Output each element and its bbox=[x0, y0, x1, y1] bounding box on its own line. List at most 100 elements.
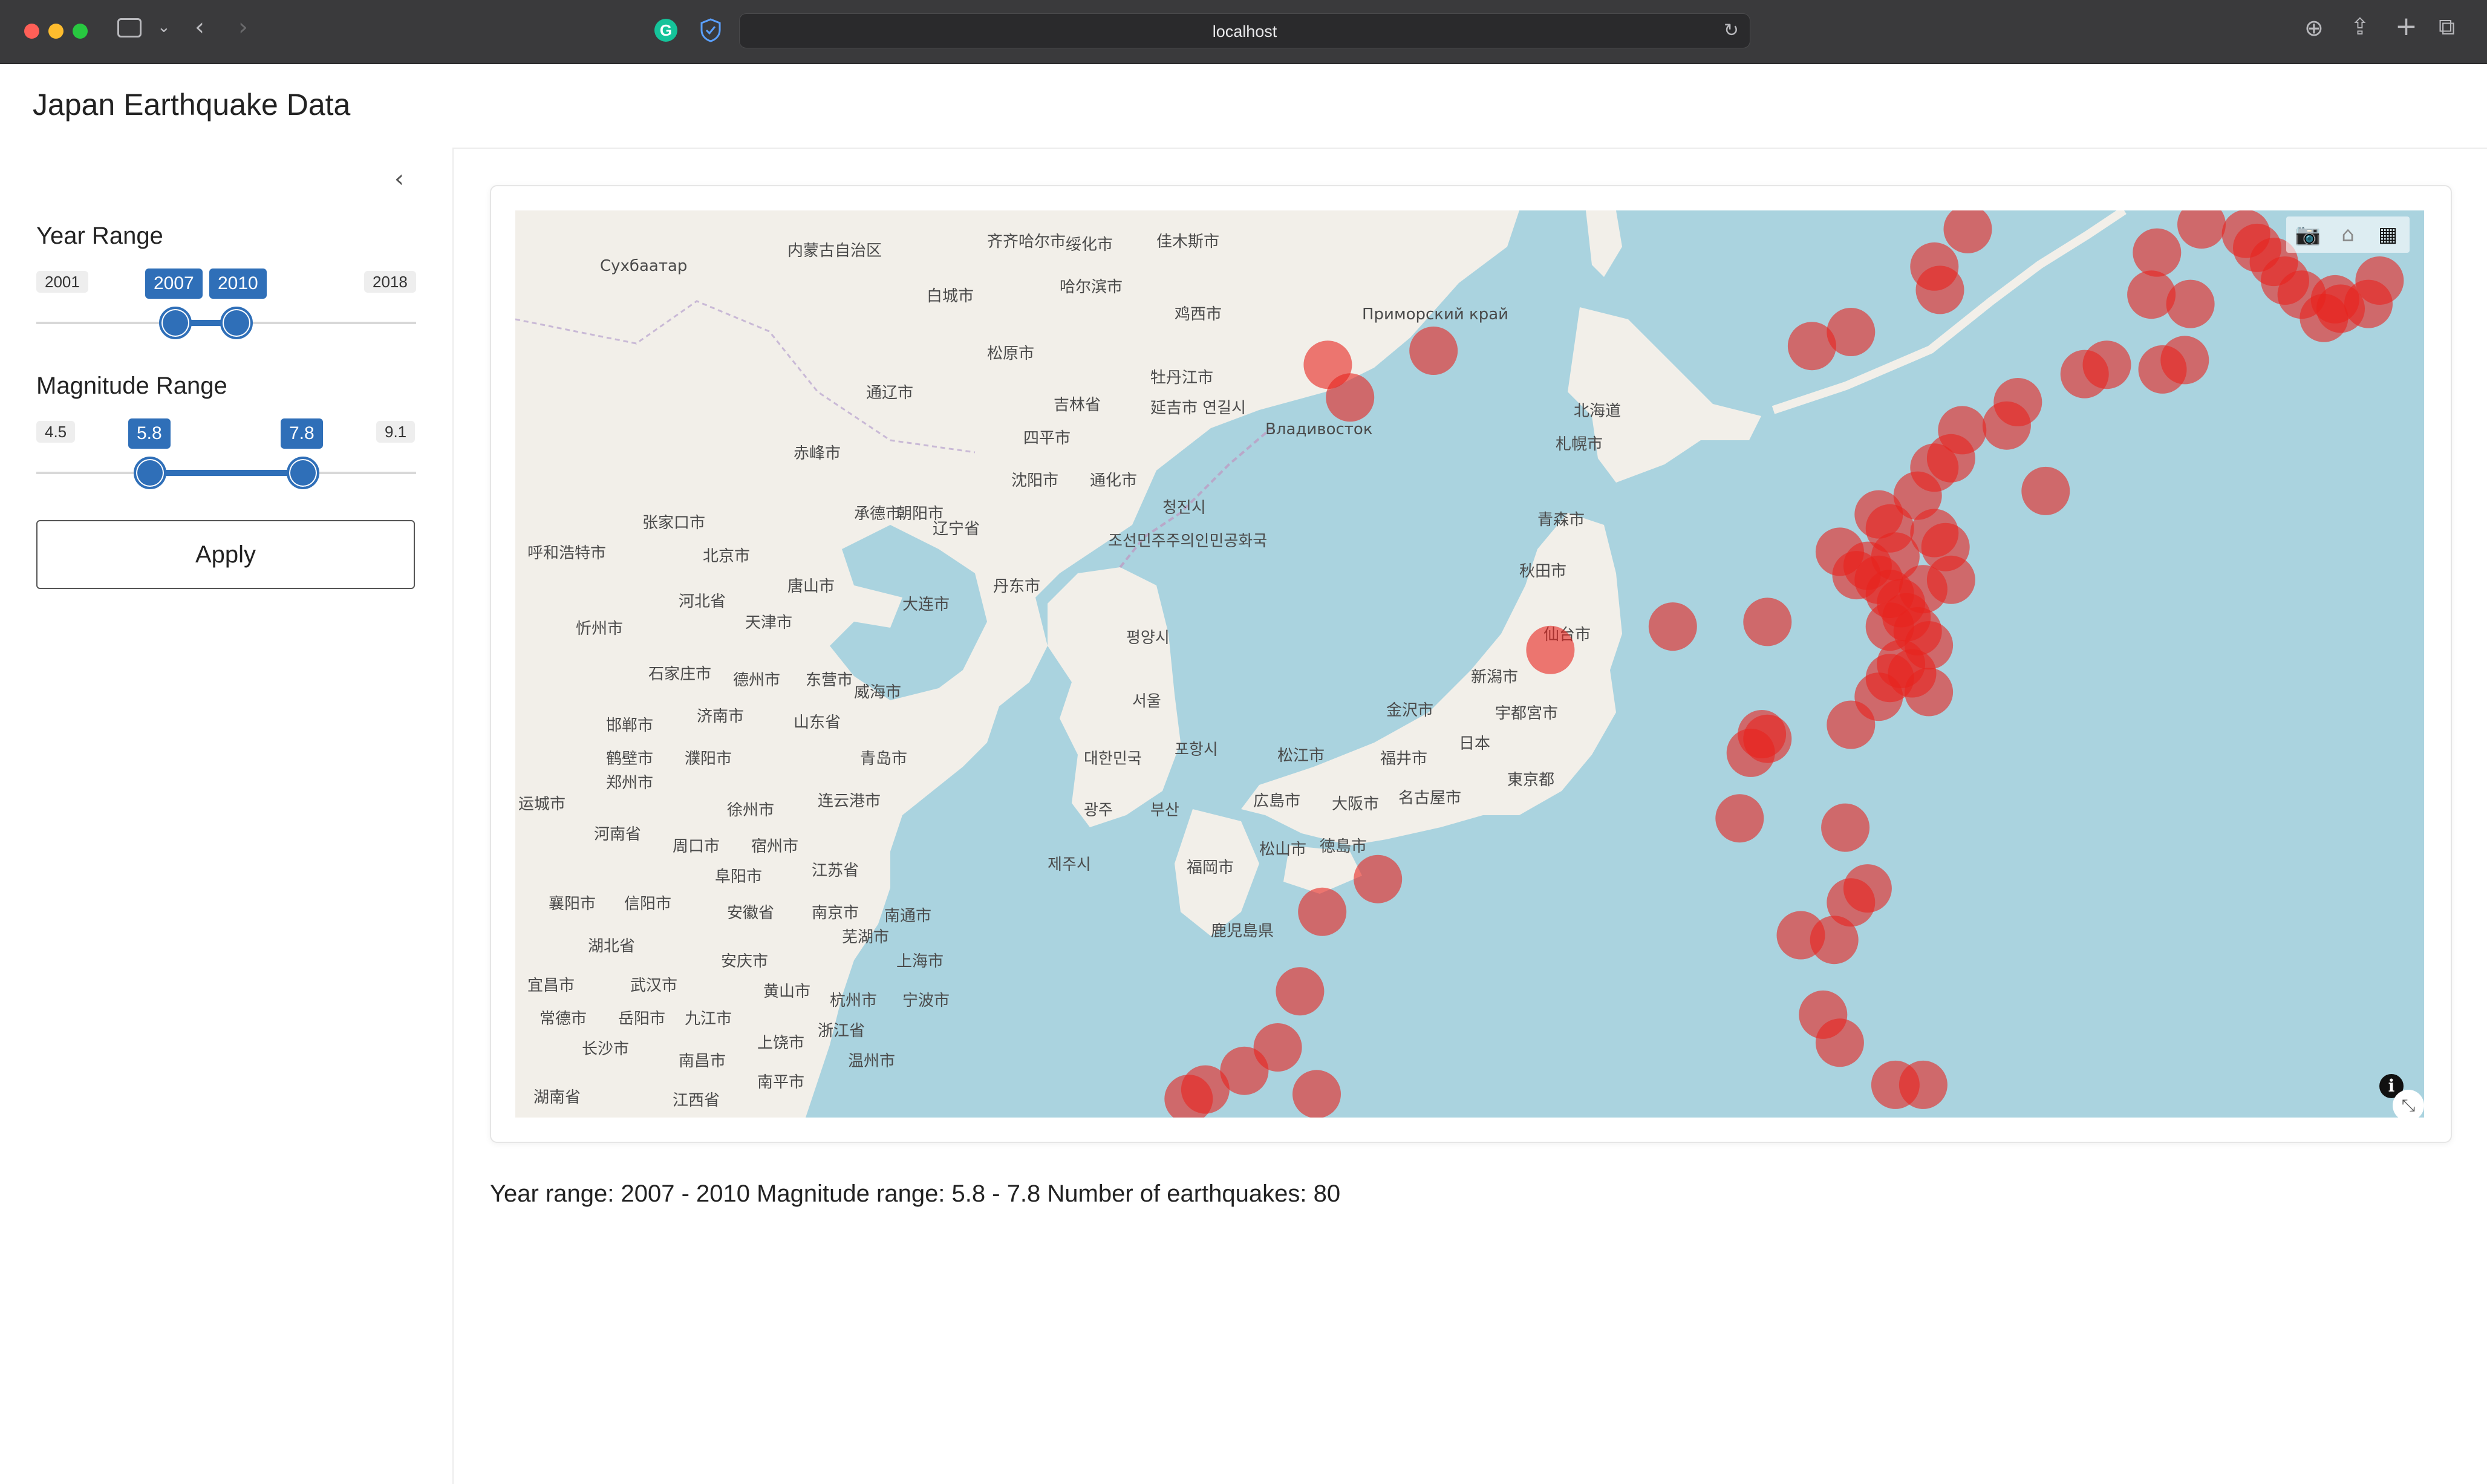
earthquake-marker[interactable] bbox=[1865, 570, 1914, 618]
earthquake-marker[interactable] bbox=[2177, 210, 2226, 249]
earthquake-marker[interactable] bbox=[1854, 490, 1903, 539]
earthquake-marker[interactable] bbox=[1899, 1060, 1948, 1109]
earthquake-marker[interactable] bbox=[1298, 887, 1347, 936]
map-place-label: 邯郸市 bbox=[606, 717, 653, 735]
map-place-label: 杭州市 bbox=[830, 992, 877, 1010]
earthquake-marker[interactable] bbox=[1915, 265, 1964, 314]
earthquake-marker[interactable] bbox=[1815, 1018, 1864, 1067]
map-place-label: Владивосток bbox=[1265, 420, 1373, 438]
map-place-label: 福岡市 bbox=[1187, 859, 1234, 877]
map-place-label: 运城市 bbox=[518, 795, 566, 813]
map-place-label: 江西省 bbox=[673, 1092, 720, 1110]
earthquake-marker[interactable] bbox=[1905, 668, 1954, 717]
back-arrow-icon[interactable]: ‹ bbox=[195, 13, 204, 41]
year-range-low-tooltip: 2007 bbox=[145, 268, 203, 299]
fullscreen-icon[interactable]: ⤡ bbox=[2393, 1090, 2424, 1118]
url-text: localhost bbox=[1212, 22, 1277, 41]
map-place-label: 阜阳市 bbox=[715, 868, 762, 886]
address-bar[interactable]: localhost ↻ bbox=[739, 13, 1750, 48]
map-place-label: 청진시 bbox=[1162, 499, 1206, 517]
map-place-label: 哈尔滨市 bbox=[1060, 278, 1123, 296]
forward-arrow-icon[interactable]: › bbox=[238, 13, 248, 41]
earthquake-marker[interactable] bbox=[2060, 350, 2109, 399]
map-place-label: 张家口市 bbox=[642, 514, 705, 532]
map-place-label: 芜湖市 bbox=[842, 928, 889, 946]
earthquake-marker[interactable] bbox=[1743, 597, 1792, 646]
page-title: Japan Earthquake Data bbox=[33, 88, 351, 122]
zoom-window-button[interactable] bbox=[73, 24, 88, 39]
map-place-label: 부산 bbox=[1150, 801, 1179, 819]
reload-icon[interactable]: ↻ bbox=[1724, 20, 1739, 41]
earthquake-marker[interactable] bbox=[2166, 279, 2215, 328]
earthquake-marker[interactable] bbox=[2344, 279, 2393, 328]
map-place-label: 新潟市 bbox=[1471, 668, 1518, 686]
map-place-label: 沈阳市 bbox=[1011, 472, 1058, 490]
camera-icon[interactable]: 📷 bbox=[2292, 219, 2324, 250]
map-place-label: 江苏省 bbox=[812, 862, 859, 880]
sidebar-toggle-icon[interactable] bbox=[117, 18, 142, 37]
share-icon[interactable]: ⇪ bbox=[2350, 13, 2370, 40]
map-place-label: 吉林省 bbox=[1054, 396, 1101, 414]
earthquake-marker[interactable] bbox=[1354, 854, 1403, 903]
collapse-sidebar-chevron-icon[interactable]: ‹ bbox=[394, 167, 419, 191]
map-place-label: 齐齐哈尔市 bbox=[987, 233, 1066, 251]
earthquake-marker[interactable] bbox=[2133, 228, 2182, 277]
minimize-window-button[interactable] bbox=[48, 24, 64, 39]
grammarly-extension-icon[interactable]: G bbox=[654, 19, 677, 42]
map-place-label: 延吉市 연길시 bbox=[1150, 399, 1246, 417]
map-place-label: 济南市 bbox=[697, 708, 744, 726]
map-place-label: 四平市 bbox=[1023, 429, 1071, 447]
earthquake-marker[interactable] bbox=[2021, 466, 2070, 515]
map-place-label: 大阪市 bbox=[1332, 795, 1379, 813]
map-place-label: 南通市 bbox=[884, 907, 931, 925]
privacy-shield-icon[interactable] bbox=[699, 18, 722, 42]
earthquake-marker[interactable] bbox=[1776, 911, 1825, 960]
map-place-label: 松原市 bbox=[987, 345, 1034, 363]
earthquake-marker[interactable] bbox=[1715, 794, 1764, 843]
map-place-label: 青岛市 bbox=[860, 750, 907, 768]
earthquake-marker[interactable] bbox=[1787, 322, 1836, 371]
earthquake-marker[interactable] bbox=[2160, 336, 2209, 385]
new-tab-icon[interactable]: + bbox=[2395, 11, 2417, 42]
apply-button[interactable]: Apply bbox=[36, 520, 415, 589]
home-icon[interactable]: ⌂ bbox=[2332, 219, 2364, 250]
magnitude-range-high-handle[interactable] bbox=[287, 457, 319, 489]
earthquake-marker[interactable] bbox=[1982, 401, 2031, 450]
filter-sidebar: ‹ Year Range 2001 2018 2007 2010 Magnitu… bbox=[0, 148, 454, 1484]
map-place-label: 鹤壁市 bbox=[606, 750, 653, 768]
close-window-button[interactable] bbox=[24, 24, 39, 39]
map-place-label: 徳島市 bbox=[1320, 838, 1367, 856]
year-range-high-handle[interactable] bbox=[220, 307, 253, 339]
earthquake-marker[interactable] bbox=[1943, 210, 1992, 253]
earthquake-marker[interactable] bbox=[1276, 967, 1325, 1016]
earthquake-map[interactable]: 齐齐哈尔市 绥化市 佳木斯市 哈尔滨市 鸡西市 白城市 松原市 牡丹江市 延吉市 연길시 Влад… bbox=[515, 210, 2424, 1118]
map-place-label: 濮阳市 bbox=[685, 750, 732, 768]
map-place-label: 上海市 bbox=[896, 952, 944, 971]
earthquake-marker[interactable] bbox=[1821, 803, 1870, 852]
earthquake-marker[interactable] bbox=[1292, 1070, 1341, 1118]
earthquake-marker[interactable] bbox=[1648, 602, 1697, 651]
earthquake-marker[interactable] bbox=[1827, 700, 1876, 749]
map-place-label: 宜昌市 bbox=[527, 977, 575, 995]
downloads-icon[interactable]: ⊕ bbox=[2304, 15, 2324, 41]
year-range-max: 2018 bbox=[364, 271, 416, 293]
tab-overview-icon[interactable]: ⧉ bbox=[2439, 13, 2455, 41]
map-place-label: 郑州市 bbox=[606, 774, 653, 792]
earthquake-marker[interactable] bbox=[1326, 373, 1375, 422]
map-place-label: 天津市 bbox=[745, 614, 792, 632]
map-place-label: 绥化市 bbox=[1066, 236, 1113, 254]
magnitude-range-low-handle[interactable] bbox=[134, 457, 166, 489]
map-place-label: 连云港市 bbox=[818, 792, 881, 810]
map-place-label: 鹿児島県 bbox=[1211, 922, 1274, 940]
map-place-label: 평양시 bbox=[1126, 629, 1170, 647]
earthquake-marker[interactable] bbox=[2300, 293, 2348, 342]
earthquake-marker[interactable] bbox=[1409, 327, 1458, 375]
earthquake-marker[interactable] bbox=[1526, 625, 1575, 674]
plotly-logo-icon[interactable]: ▦ bbox=[2372, 219, 2404, 250]
map-canvas[interactable]: 齐齐哈尔市 绥化市 佳木斯市哈尔滨市鸡西市 白城市松原市牡丹江市延吉市 연길시 Влад… bbox=[515, 210, 2424, 1118]
map-place-label: 通辽市 bbox=[866, 384, 913, 402]
earthquake-marker[interactable] bbox=[1738, 710, 1787, 758]
chevron-down-icon[interactable]: ⌄ bbox=[157, 18, 171, 36]
earthquake-marker[interactable] bbox=[2221, 210, 2270, 258]
year-range-low-handle[interactable] bbox=[159, 307, 192, 339]
